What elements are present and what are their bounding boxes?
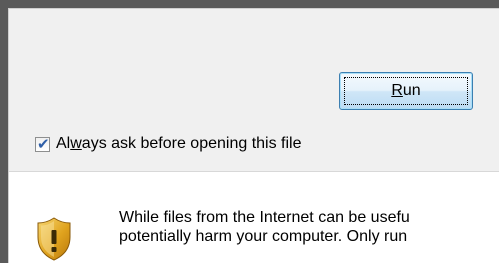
run-button[interactable]: Run [339, 72, 473, 110]
always-ask-mnemonic: w [70, 135, 82, 152]
dialog-action-area: Run ✔ Always ask before opening this fil… [9, 9, 499, 171]
always-ask-checkbox[interactable]: ✔ [35, 134, 50, 153]
always-ask-row: ✔ Always ask before opening this file [35, 133, 301, 155]
window-frame-left [0, 0, 8, 263]
security-warning-dialog: Run ✔ Always ask before opening this fil… [8, 8, 499, 263]
warning-line-1: While files from the Internet can be use… [119, 209, 410, 226]
checkmark-icon: ✔ [37, 134, 50, 153]
always-ask-label[interactable]: Always ask before opening this file [56, 135, 301, 153]
run-button-label: Run [391, 82, 421, 99]
security-shield-warning-icon [37, 217, 71, 261]
warning-line-2: potentially harm your computer. Only run [119, 228, 408, 245]
security-warning-text: While files from the Internet can be use… [119, 208, 499, 246]
run-button-mnemonic: R [391, 82, 403, 99]
screen: Run ✔ Always ask before opening this fil… [0, 0, 499, 263]
window-frame-top [0, 0, 499, 8]
